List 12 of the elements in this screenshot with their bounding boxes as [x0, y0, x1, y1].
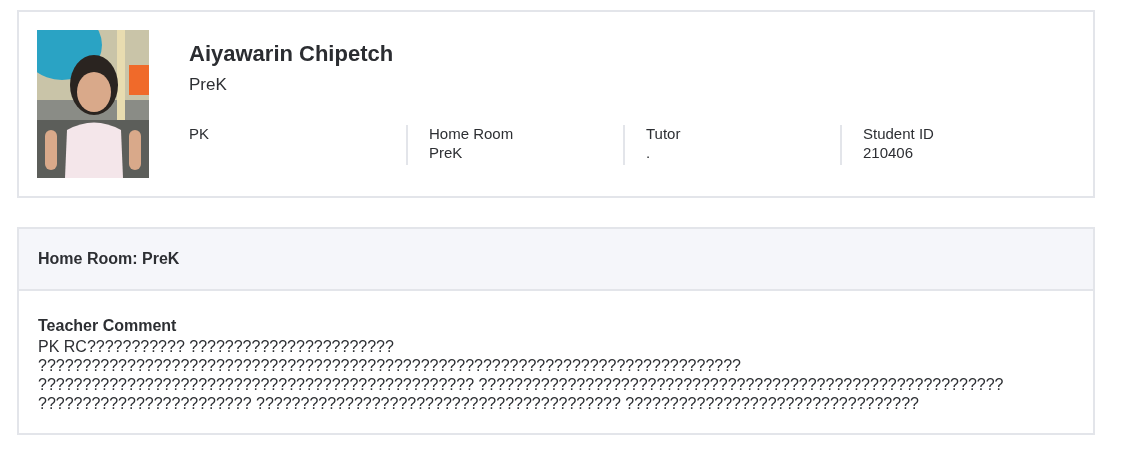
field-label: Student ID — [863, 125, 935, 142]
field-value: . — [646, 144, 652, 161]
field-label: PK — [189, 125, 210, 142]
field-value: 210406 — [863, 144, 915, 161]
section-title: Home Room: PreK — [19, 229, 1093, 291]
field-label: Tutor — [646, 125, 682, 142]
student-name: Aiyawarin Chipetch — [189, 41, 395, 67]
field-label: Home Room — [429, 125, 515, 142]
teacher-comment: PK RC??????????? ??????????????????????? ??????????????????????????????????????????????????????????????????????????????? ????????????????????????????????????????????????? ??????????????????????????????????????????????????????????? ???????????????????????? ????????????????????????????????????????? ????????????????????????????????? — [38, 337, 1005, 413]
field-value: PreK — [429, 144, 464, 161]
comment-label: Teacher Comment — [38, 317, 178, 335]
student-grade: PreK — [189, 75, 228, 95]
